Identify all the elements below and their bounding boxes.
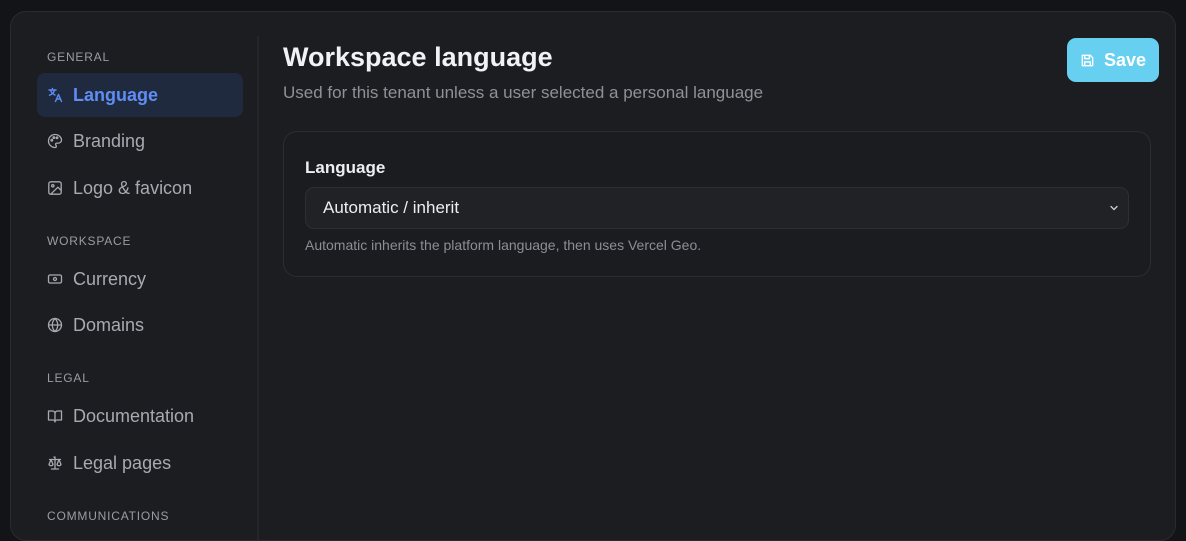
language-field-label: Language [305, 158, 386, 177]
sidebar-item-label: Logo & favicon [73, 177, 193, 198]
palette-icon [47, 133, 63, 149]
save-button[interactable]: Save [1067, 38, 1159, 82]
sidebar-item-label: Legal pages [73, 452, 172, 473]
sidebar-item-domains[interactable]: Domains [37, 303, 243, 347]
sidebar-item-branding[interactable]: Branding [37, 119, 243, 163]
translate-icon [47, 87, 63, 103]
section-title-general: GENERAL [47, 50, 110, 64]
book-icon [47, 408, 63, 424]
sidebar-item-label: Language [73, 84, 159, 105]
language-help-text: Automatic inherits the platform language… [305, 237, 702, 253]
sidebar-item-language[interactable]: Language [37, 73, 243, 117]
section-title-legal: LEGAL [47, 371, 90, 385]
sidebar-item-label: Currency [73, 268, 147, 289]
language-panel: Language Automatic / inherit Automatic i… [283, 131, 1151, 277]
section-title-workspace: WORKSPACE [47, 234, 132, 248]
save-icon [1081, 54, 1094, 66]
banknote-icon [47, 271, 63, 287]
sidebar-item-label: Domains [73, 314, 145, 335]
sidebar-item-label: Documentation [73, 405, 195, 426]
settings-sidebar: GENERAL Language Branding Logo & favicon… [11, 12, 257, 540]
language-select[interactable]: Automatic / inherit [305, 187, 1129, 229]
image-icon [47, 180, 63, 196]
sidebar-item-documentation[interactable]: Documentation [37, 394, 243, 438]
page-subtitle: Used for this tenant unless a user selec… [283, 83, 764, 102]
sidebar-item-currency[interactable]: Currency [37, 257, 243, 301]
globe-icon [47, 317, 63, 333]
settings-card: GENERAL Language Branding Logo & favicon… [10, 11, 1176, 541]
section-title-communications: COMMUNICATIONS [47, 509, 170, 523]
save-button-label: Save [1103, 49, 1147, 70]
sidebar-item-label: Branding [73, 130, 146, 151]
chevron-down-icon [1110, 205, 1118, 211]
scale-icon [47, 455, 63, 471]
main-content: Workspace language Used for this tenant … [283, 12, 1159, 540]
sidebar-item-logo-favicon[interactable]: Logo & favicon [37, 166, 243, 210]
page-title: Workspace language [283, 42, 553, 72]
sidebar-item-legal-pages[interactable]: Legal pages [37, 441, 243, 485]
language-select-value: Automatic / inherit [323, 198, 460, 217]
sidebar-divider [257, 36, 259, 540]
